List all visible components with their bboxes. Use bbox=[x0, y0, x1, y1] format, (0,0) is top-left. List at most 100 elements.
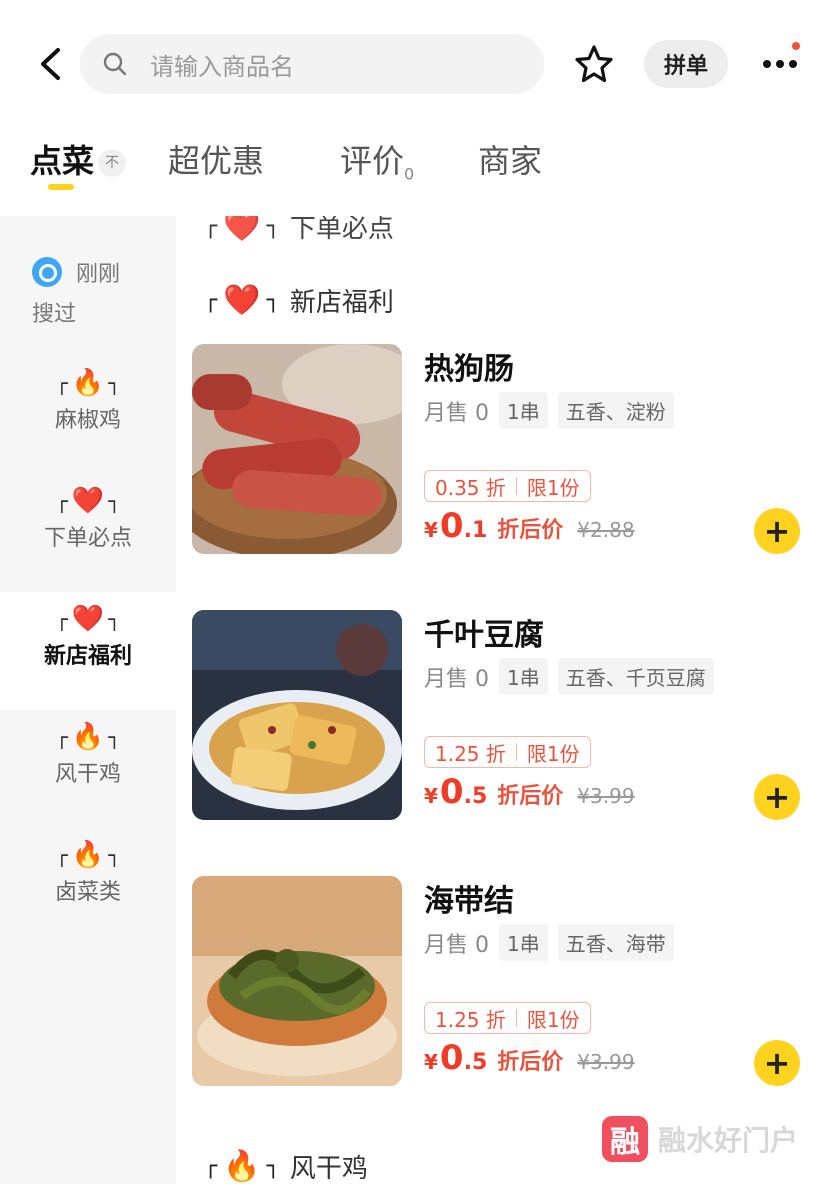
more-options-icon[interactable] bbox=[756, 42, 804, 82]
spec-tag: 五香、淀粉 bbox=[557, 392, 674, 429]
tab-order-label: 点菜 bbox=[30, 142, 95, 180]
tab-order[interactable]: 点菜不 bbox=[30, 136, 127, 190]
collapse-icon[interactable]: 不 bbox=[98, 149, 127, 177]
sidebar-item-label: 麻椒鸡 bbox=[54, 408, 121, 433]
tab-reviews[interactable]: 评价0 bbox=[340, 136, 414, 183]
search-history-icon bbox=[32, 257, 62, 287]
discount-rate: 1.25 折 bbox=[435, 1007, 506, 1032]
original-price: ¥3.99 bbox=[577, 1050, 635, 1074]
section-title: 新店福利 bbox=[289, 288, 394, 318]
recent-label-b: 搜过 bbox=[32, 302, 77, 327]
watermark-logo: 融 bbox=[602, 1116, 648, 1162]
category-sidebar: 刚刚 搜过 ┌ 🔥 ┐ 麻椒鸡 ┌ ❤️ ┐ 下单必点 ┌ ❤️ ┐ 新店福利 ┌ 🔥 ┐ 风干… bbox=[0, 216, 176, 1184]
search-input[interactable]: 请输入商品名 bbox=[80, 34, 544, 94]
product-card[interactable]: 千叶豆腐 月售 0 1串 五香、千页豆腐 1.25 折限1份 ¥0.5 折后价 … bbox=[192, 610, 812, 822]
heart-icon: ❤️ bbox=[223, 283, 261, 318]
purchase-limit: 限1份 bbox=[526, 741, 580, 766]
original-price: ¥3.99 bbox=[577, 784, 635, 808]
product-meta: 月售 0 1串 五香、海带 bbox=[424, 924, 684, 961]
price-integer: 0 bbox=[439, 772, 464, 812]
tab-deals[interactable]: 超优惠 bbox=[168, 136, 264, 182]
search-icon bbox=[102, 51, 128, 77]
price-decimal: .5 bbox=[463, 1050, 488, 1075]
purchase-limit: 限1份 bbox=[526, 1007, 580, 1032]
fire-icon: 🔥 bbox=[223, 1149, 261, 1184]
currency-symbol: ¥ bbox=[424, 784, 438, 808]
search-placeholder: 请输入商品名 bbox=[150, 52, 294, 81]
section-title: 下单必点 bbox=[289, 216, 394, 244]
top-bar: 请输入商品名 拼单 bbox=[0, 0, 828, 112]
section-header-must-order: ┌ ❤️ ┐ 下单必点 bbox=[204, 216, 394, 245]
sidebar-item-mala-chicken[interactable]: ┌ 🔥 ┐ 麻椒鸡 bbox=[0, 366, 176, 484]
sidebar-item-label: 下单必点 bbox=[43, 526, 132, 551]
active-tab-indicator bbox=[48, 184, 74, 190]
unit-tag: 1串 bbox=[499, 392, 548, 429]
discount-rate: 1.25 折 bbox=[435, 741, 506, 766]
watermark: 融 融水好门户 bbox=[602, 1116, 798, 1162]
add-to-cart-button[interactable]: + bbox=[754, 1040, 800, 1086]
original-price: ¥2.88 bbox=[577, 518, 635, 542]
discount-badge: 1.25 折限1份 bbox=[424, 736, 591, 768]
product-image-kelp-knot[interactable] bbox=[192, 876, 402, 1086]
after-discount-label: 折后价 bbox=[497, 784, 564, 809]
tab-bar: 点菜不 超优惠 评价0 商家 bbox=[0, 112, 828, 216]
product-name: 热狗肠 bbox=[424, 352, 514, 387]
section-title: 风干鸡 bbox=[289, 1154, 368, 1184]
sidebar-item-label: 风干鸡 bbox=[54, 762, 121, 787]
purchase-limit: 限1份 bbox=[526, 475, 580, 500]
sidebar-item-label: 新店福利 bbox=[43, 644, 132, 669]
heart-icon: ❤️ bbox=[223, 216, 261, 244]
favorite-star-icon[interactable] bbox=[572, 42, 616, 86]
price-row: ¥0.5 折后价 ¥3.99 bbox=[424, 1038, 635, 1078]
fire-icon: 🔥 bbox=[71, 368, 105, 398]
product-card[interactable]: 热狗肠 月售 0 1串 五香、淀粉 0.35 折限1份 ¥0.1 折后价 ¥2.… bbox=[192, 344, 812, 556]
fire-icon: 🔥 bbox=[71, 840, 105, 870]
section-header-dried-chicken: ┌ 🔥 ┐ 风干鸡 bbox=[204, 1149, 368, 1184]
price-integer: 0 bbox=[439, 506, 464, 546]
product-card[interactable]: 海带结 月售 0 1串 五香、海带 1.25 折限1份 ¥0.5 折后价 ¥3.… bbox=[192, 876, 812, 1088]
monthly-sales: 月售 0 bbox=[424, 932, 489, 958]
sidebar-item-recent-search[interactable]: 刚刚 搜过 bbox=[32, 256, 172, 328]
sidebar-item-dried-chicken[interactable]: ┌ 🔥 ┐ 风干鸡 bbox=[0, 720, 176, 838]
fire-icon: 🔥 bbox=[71, 722, 105, 752]
sidebar-item-new-store-deals[interactable]: ┌ ❤️ ┐ 新店福利 bbox=[0, 592, 176, 710]
monthly-sales: 月售 0 bbox=[424, 400, 489, 426]
after-discount-label: 折后价 bbox=[497, 518, 564, 543]
after-discount-label: 折后价 bbox=[497, 1050, 564, 1075]
spec-tag: 五香、千页豆腐 bbox=[557, 658, 714, 695]
monthly-sales: 月售 0 bbox=[424, 666, 489, 692]
add-to-cart-button[interactable]: + bbox=[754, 774, 800, 820]
watermark-text: 融水好门户 bbox=[658, 1124, 799, 1157]
tab-reviews-count: 0 bbox=[404, 164, 415, 184]
back-icon[interactable] bbox=[30, 42, 70, 86]
discount-rate: 0.35 折 bbox=[435, 475, 506, 500]
recent-label-a: 刚刚 bbox=[76, 262, 121, 287]
product-list[interactable]: ┌ ❤️ ┐ 下单必点 ┌ ❤️ ┐ 新店福利 热狗肠 月售 0 1串 五香、淀粉 0.35 bbox=[176, 216, 828, 1184]
unit-tag: 1串 bbox=[499, 924, 548, 961]
product-meta: 月售 0 1串 五香、千页豆腐 bbox=[424, 658, 724, 695]
sidebar-item-must-order[interactable]: ┌ ❤️ ┐ 下单必点 bbox=[0, 484, 176, 602]
sidebar-item-braised[interactable]: ┌ 🔥 ┐ 卤菜类 bbox=[0, 838, 176, 956]
notification-dot bbox=[792, 42, 800, 50]
price-decimal: .5 bbox=[463, 784, 488, 809]
unit-tag: 1串 bbox=[499, 658, 548, 695]
product-name: 千叶豆腐 bbox=[424, 618, 544, 653]
currency-symbol: ¥ bbox=[424, 1050, 438, 1074]
product-name: 海带结 bbox=[424, 884, 514, 919]
price-row: ¥0.5 折后价 ¥3.99 bbox=[424, 772, 635, 812]
product-image-tofu[interactable] bbox=[192, 610, 402, 820]
spec-tag: 五香、海带 bbox=[557, 924, 674, 961]
product-meta: 月售 0 1串 五香、淀粉 bbox=[424, 392, 684, 429]
sidebar-item-label: 卤菜类 bbox=[54, 880, 121, 905]
price-integer: 0 bbox=[439, 1038, 464, 1078]
heart-icon: ❤️ bbox=[71, 604, 105, 634]
price-row: ¥0.1 折后价 ¥2.88 bbox=[424, 506, 635, 546]
product-image-hotdog[interactable] bbox=[192, 344, 402, 554]
section-header-new-store-deals: ┌ ❤️ ┐ 新店福利 bbox=[204, 283, 394, 318]
tab-merchant[interactable]: 商家 bbox=[478, 136, 542, 182]
tab-merchant-label: 商家 bbox=[478, 142, 543, 180]
add-to-cart-button[interactable]: + bbox=[754, 508, 800, 554]
discount-badge: 1.25 折限1份 bbox=[424, 1002, 591, 1034]
discount-badge: 0.35 折限1份 bbox=[424, 470, 591, 502]
group-order-button[interactable]: 拼单 bbox=[644, 40, 728, 88]
